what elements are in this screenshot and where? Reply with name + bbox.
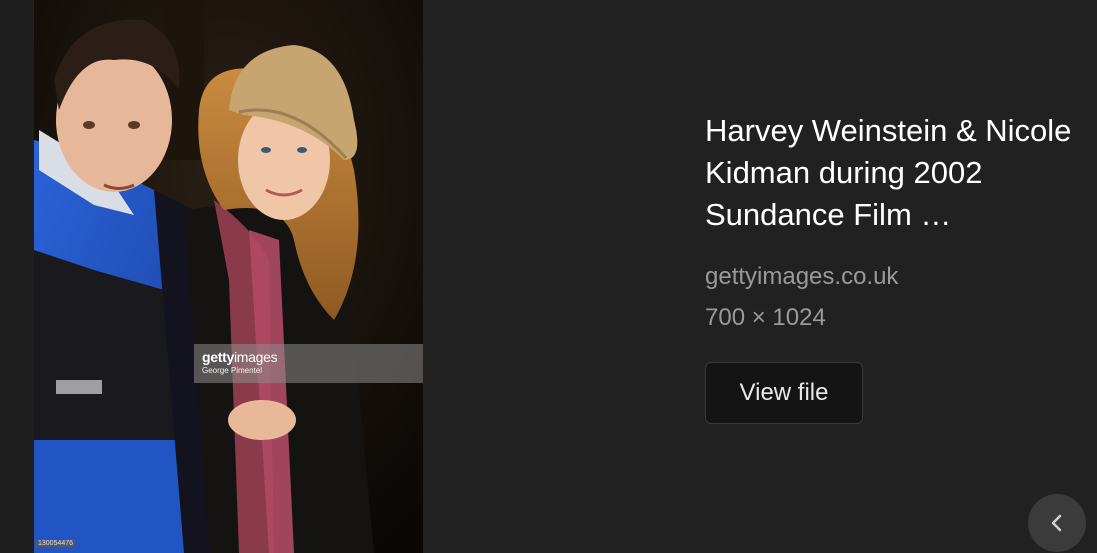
- chevron-left-icon: [1051, 514, 1062, 532]
- image-viewer: gettyimages George Pimentel 130054476 Ha…: [0, 0, 1097, 553]
- previous-button[interactable]: [1028, 494, 1086, 552]
- image-title[interactable]: Harvey Weinstein & Nicole Kidman during …: [705, 110, 1075, 236]
- watermark-credit: George Pimentel: [202, 366, 263, 375]
- getty-watermark: gettyimages George Pimentel: [194, 344, 423, 383]
- photo: [34, 0, 423, 553]
- left-strip: [0, 0, 34, 553]
- view-file-button[interactable]: View file: [705, 362, 863, 424]
- stock-id: 130054476: [36, 540, 76, 547]
- image-dimensions: 700 × 1024: [705, 304, 826, 331]
- image-source[interactable]: gettyimages.co.uk: [705, 261, 1085, 293]
- image-info-panel: Harvey Weinstein & Nicole Kidman during …: [705, 110, 1085, 424]
- watermark-brand: gettyimages: [202, 349, 278, 365]
- image-preview[interactable]: gettyimages George Pimentel 130054476: [34, 0, 423, 553]
